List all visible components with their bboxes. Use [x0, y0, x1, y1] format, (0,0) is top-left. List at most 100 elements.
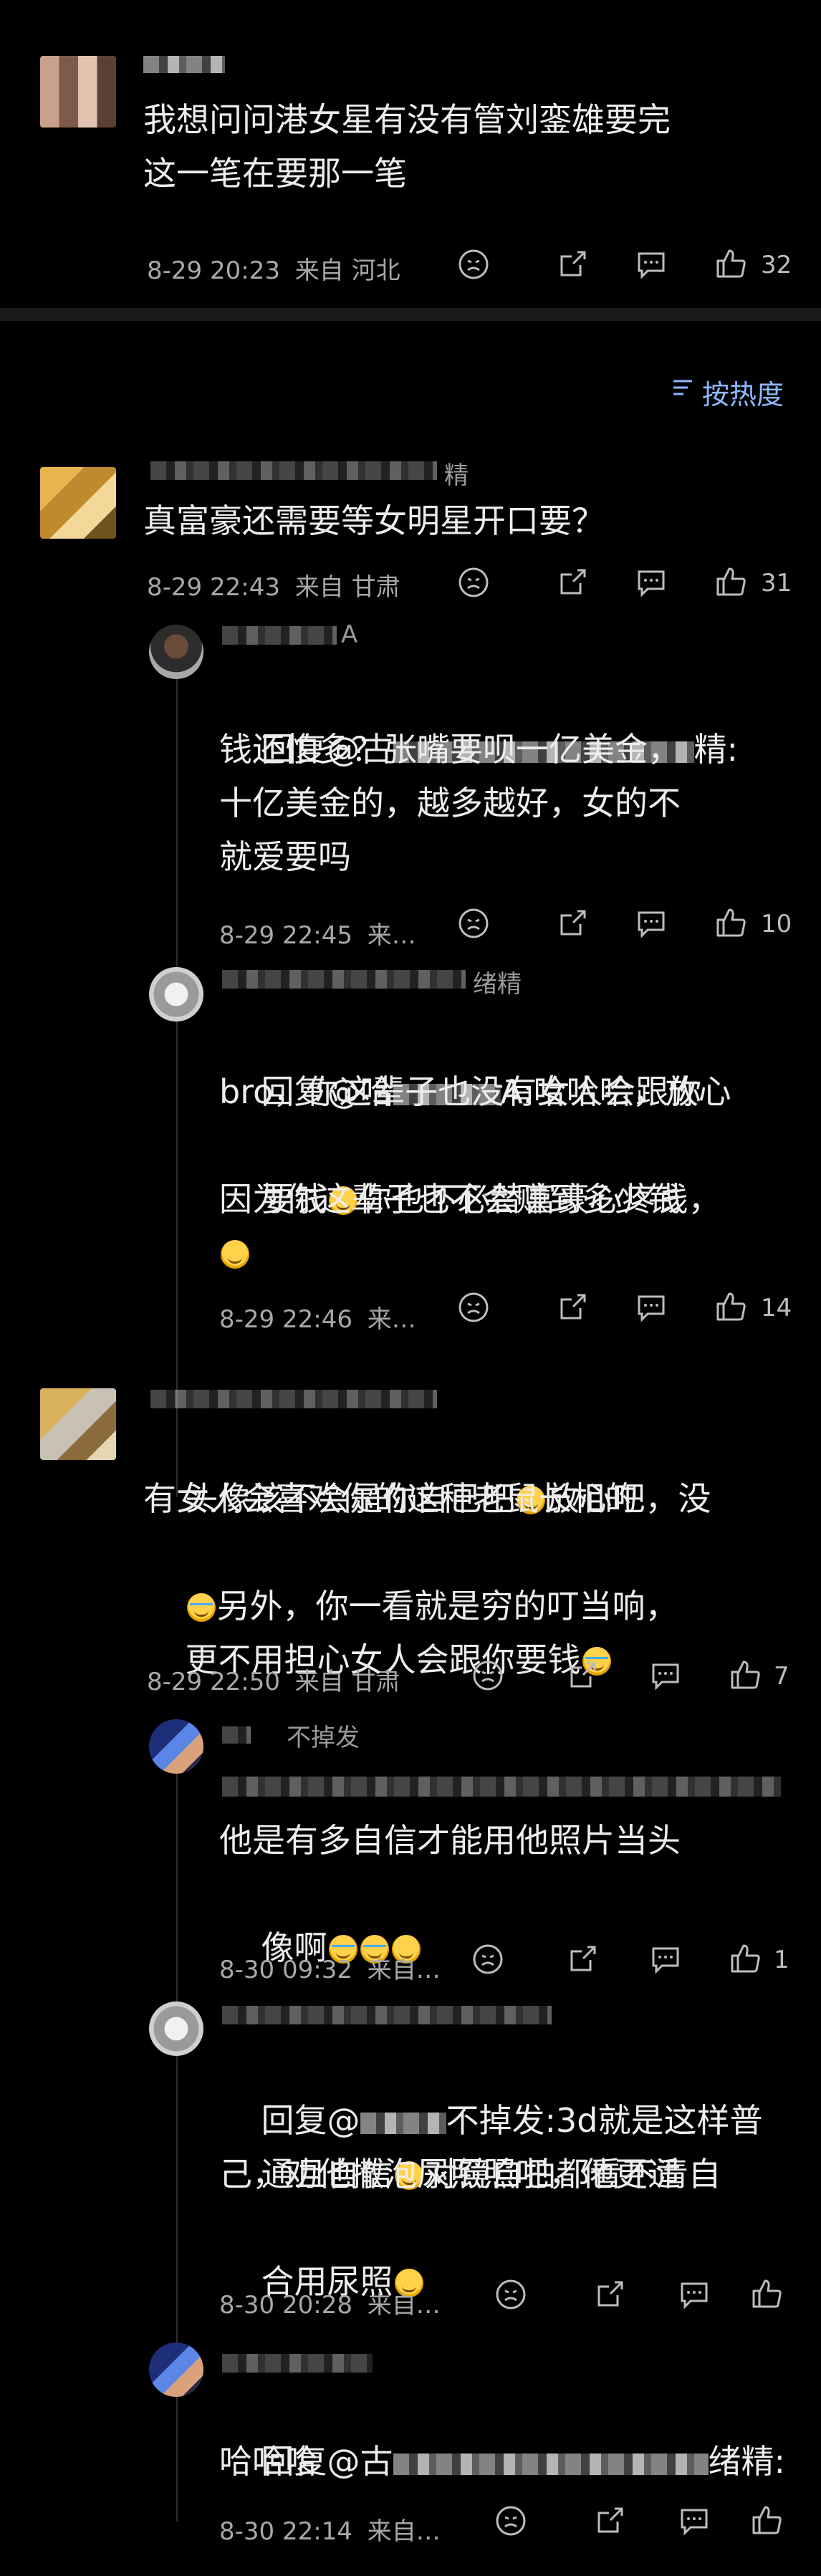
- dislike-icon[interactable]: [494, 2278, 527, 2311]
- like-icon[interactable]: [728, 1658, 762, 1692]
- avatar[interactable]: [149, 2001, 203, 2056]
- reply-date: 8-30 09:32: [219, 1956, 352, 1984]
- comment-text: 我想问问港女星有没有管刘銮雄要完 这一笔在要那一笔: [143, 100, 671, 193]
- share-icon[interactable]: [593, 2504, 626, 2537]
- reply-location: 来自…: [367, 2291, 441, 2320]
- username-suffix: 绪精: [473, 970, 522, 999]
- username[interactable]: [143, 56, 225, 73]
- reply-date: 8-30 22:14: [219, 2517, 352, 2546]
- comment-meta: 8-29 20:23 来自 河北: [147, 251, 400, 286]
- reply-location: 来…: [367, 921, 416, 950]
- username-suffix: 精: [444, 461, 469, 490]
- reply-text-line: 十亿美金的，越多越好，女的不: [219, 784, 681, 822]
- reply-location: 来…: [367, 1305, 416, 1334]
- comment-meta: 8-29 22:50 来自 甘肃: [147, 1662, 400, 1697]
- avatar[interactable]: [149, 1719, 203, 1774]
- sort-label: 按热度: [702, 379, 784, 410]
- thread-line: [176, 666, 178, 1497]
- thread-line: [176, 1762, 178, 2522]
- reply-meta: 8-30 20:28 来自…: [219, 2285, 441, 2320]
- reply-meta: 8-29 22:46 来…: [219, 1299, 416, 1335]
- dislike-icon[interactable]: [457, 566, 490, 599]
- reply-text-line: 像啊: [219, 1868, 807, 2029]
- reply-location: 来自…: [367, 2517, 441, 2546]
- reply-text-line: bro，你这辈子也没有女人会跟你: [219, 1072, 702, 1111]
- share-icon[interactable]: [556, 1291, 589, 1324]
- reply-text-line: [219, 1226, 807, 1280]
- username[interactable]: [222, 2354, 373, 2373]
- comment-icon[interactable]: [649, 1943, 682, 1976]
- avatar[interactable]: [40, 467, 116, 539]
- comment-location: 来自 河北: [294, 256, 400, 285]
- avatar[interactable]: [40, 56, 116, 128]
- comment-location: 来自 甘肃: [294, 1668, 400, 1696]
- like-count: 7: [774, 1662, 789, 1691]
- username[interactable]: [222, 2006, 552, 2024]
- like-icon[interactable]: [749, 2503, 784, 2537]
- comment-date: 8-29 22:50: [147, 1668, 280, 1696]
- reply-location: 来自…: [367, 1956, 441, 1984]
- reply-text-line: 哈哈哈: [219, 2442, 318, 2481]
- dislike-icon[interactable]: [471, 1659, 504, 1692]
- like-count: 32: [761, 251, 792, 279]
- dislike-icon[interactable]: [457, 907, 490, 940]
- comment-icon[interactable]: [649, 1659, 682, 1692]
- comment-date: 8-29 20:23: [147, 256, 280, 285]
- comment-icon[interactable]: [635, 1291, 668, 1324]
- reply-text-line: 就爱要吗: [219, 837, 351, 876]
- username[interactable]: [150, 1390, 437, 1408]
- comment-text: 真富豪还需要等女明星开口要？: [143, 501, 605, 540]
- like-count: 14: [761, 1294, 792, 1322]
- like-count: 1: [774, 1946, 789, 1974]
- reply-meta: 8-30 09:32 来自…: [219, 1950, 441, 1985]
- like-icon[interactable]: [749, 2277, 784, 2311]
- like-icon[interactable]: [728, 1941, 762, 1976]
- dislike-icon[interactable]: [471, 1943, 504, 1976]
- avatar[interactable]: [149, 967, 203, 1022]
- comment-location: 来自 甘肃: [294, 573, 400, 602]
- thinking-emoji-icon: [221, 1240, 249, 1269]
- comment-icon[interactable]: [635, 566, 668, 599]
- share-icon[interactable]: [593, 2278, 626, 2311]
- reply-text-line: 己，劝他撒泡尿照照吧，他更适: [219, 2155, 681, 2193]
- dislike-icon[interactable]: [457, 248, 490, 281]
- username[interactable]: [222, 626, 337, 645]
- share-icon[interactable]: [556, 566, 589, 599]
- share-icon[interactable]: [566, 1943, 599, 1976]
- dislike-icon[interactable]: [457, 1291, 490, 1324]
- comment-meta: 8-29 22:43 来自 甘肃: [147, 567, 400, 602]
- share-icon[interactable]: [566, 1659, 599, 1692]
- comment-icon[interactable]: [635, 907, 668, 940]
- like-icon[interactable]: [714, 564, 748, 599]
- like-icon[interactable]: [714, 1289, 748, 1324]
- reply-meta: 8-30 22:14 来自…: [219, 2512, 441, 2547]
- like-icon[interactable]: [714, 246, 748, 281]
- comment-text-line: 有女人会喜欢你的这种老鼠长相的: [143, 1479, 638, 1518]
- dislike-icon[interactable]: [494, 2504, 527, 2537]
- comment-icon[interactable]: [678, 2278, 711, 2311]
- share-icon[interactable]: [556, 907, 589, 940]
- comment-icon[interactable]: [678, 2504, 711, 2537]
- like-count: 31: [761, 569, 792, 597]
- username-suffix: A: [341, 620, 358, 649]
- username[interactable]: 不掉发: [287, 1718, 360, 1753]
- redacted-text: [222, 1777, 781, 1797]
- reply-date: 8-29 22:45: [219, 921, 352, 950]
- like-count: 10: [761, 910, 792, 938]
- username[interactable]: [150, 461, 437, 480]
- reply-text-line: 钱还怕多？张嘴要呗一亿美金，: [219, 730, 681, 769]
- username[interactable]: [222, 1726, 251, 1744]
- comment-date: 8-29 22:43: [147, 573, 280, 602]
- avatar[interactable]: [149, 2342, 203, 2397]
- comment-icon[interactable]: [635, 248, 668, 281]
- reply-meta: 8-29 22:45 来…: [219, 915, 416, 951]
- reply-text-line: 他是有多自信才能用他照片当头: [219, 1821, 681, 1860]
- username[interactable]: [222, 970, 466, 989]
- avatar[interactable]: [40, 1388, 116, 1460]
- like-icon[interactable]: [714, 905, 748, 940]
- avatar[interactable]: [149, 625, 203, 679]
- reply-date: 8-29 22:46: [219, 1305, 352, 1334]
- share-icon[interactable]: [556, 248, 589, 281]
- section-divider: [0, 308, 821, 321]
- sort-icon: [671, 375, 695, 400]
